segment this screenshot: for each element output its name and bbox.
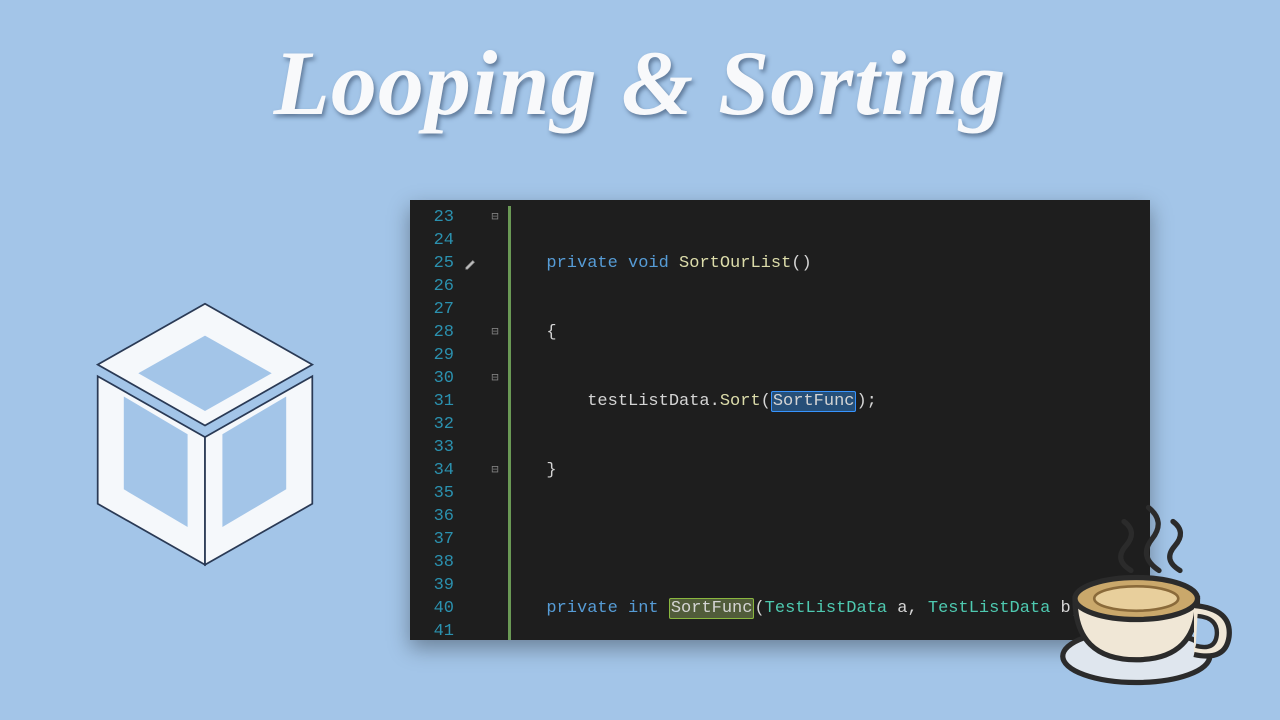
line-number-gutter: 23242526272829303132333435363738394041 [410, 200, 460, 640]
line-number: 32 [420, 413, 454, 436]
fold-marker[interactable] [482, 413, 508, 436]
code-editor: 23242526272829303132333435363738394041 ⊟… [410, 200, 1150, 640]
coffee-cup-icon [1040, 490, 1250, 700]
margin-marker [460, 206, 482, 229]
highlight-sortfunc-call: SortFunc [771, 391, 857, 412]
marker-column [460, 200, 482, 640]
margin-marker [460, 344, 482, 367]
margin-marker [460, 229, 482, 252]
margin-marker [460, 505, 482, 528]
margin-marker [460, 459, 482, 482]
line-number: 30 [420, 367, 454, 390]
line-number: 28 [420, 321, 454, 344]
fold-marker[interactable] [482, 528, 508, 551]
fold-marker[interactable] [482, 482, 508, 505]
line-number: 41 [420, 620, 454, 640]
fold-marker[interactable]: ⊟ [482, 321, 508, 344]
line-number: 29 [420, 344, 454, 367]
margin-marker [460, 367, 482, 390]
line-number: 38 [420, 551, 454, 574]
margin-marker [460, 390, 482, 413]
fold-marker[interactable] [482, 298, 508, 321]
margin-marker [460, 597, 482, 620]
margin-marker [460, 482, 482, 505]
margin-marker [460, 275, 482, 298]
margin-marker [460, 252, 482, 275]
line-number: 36 [420, 505, 454, 528]
fold-marker[interactable] [482, 620, 508, 640]
fold-marker[interactable] [482, 344, 508, 367]
fold-marker[interactable] [482, 390, 508, 413]
fold-marker[interactable]: ⊟ [482, 459, 508, 482]
fold-marker[interactable] [482, 275, 508, 298]
margin-marker [460, 551, 482, 574]
margin-marker [460, 436, 482, 459]
line-number: 39 [420, 574, 454, 597]
highlight-sortfunc-def: SortFunc [669, 598, 755, 619]
line-number: 33 [420, 436, 454, 459]
margin-marker [460, 413, 482, 436]
margin-marker [460, 298, 482, 321]
edit-marker-icon [464, 257, 478, 271]
fold-marker[interactable] [482, 229, 508, 252]
line-number: 40 [420, 597, 454, 620]
line-number: 26 [420, 275, 454, 298]
line-number: 27 [420, 298, 454, 321]
margin-marker [460, 321, 482, 344]
line-number: 35 [420, 482, 454, 505]
line-number: 24 [420, 229, 454, 252]
margin-marker [460, 620, 482, 640]
unity-logo-icon [60, 290, 350, 590]
margin-marker [460, 574, 482, 597]
fold-marker[interactable] [482, 574, 508, 597]
page-title: Looping & Sorting [0, 30, 1280, 136]
fold-column: ⊟ ⊟ ⊟ ⊟ [482, 200, 508, 640]
fold-marker[interactable]: ⊟ [482, 367, 508, 390]
fold-marker[interactable]: ⊟ [482, 206, 508, 229]
line-number: 31 [420, 390, 454, 413]
line-number: 34 [420, 459, 454, 482]
line-number: 25 [420, 252, 454, 275]
margin-marker [460, 528, 482, 551]
line-number: 23 [420, 206, 454, 229]
fold-marker[interactable] [482, 505, 508, 528]
fold-marker[interactable] [482, 252, 508, 275]
fold-marker[interactable] [482, 551, 508, 574]
fold-marker[interactable] [482, 597, 508, 620]
fold-marker[interactable] [482, 436, 508, 459]
line-number: 37 [420, 528, 454, 551]
